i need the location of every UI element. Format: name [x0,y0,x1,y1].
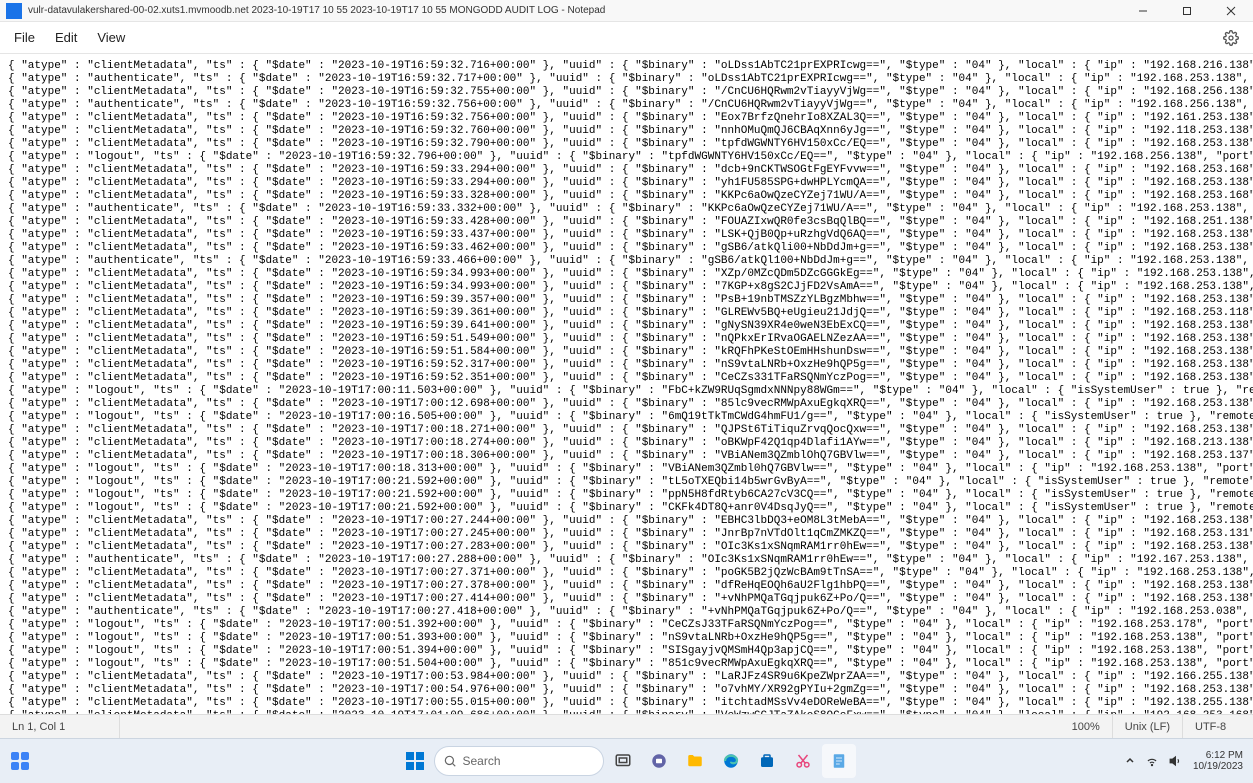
menu-edit[interactable]: Edit [45,26,87,49]
tray-clock[interactable]: 6:12 PM 10/19/2023 [1193,750,1243,772]
notepad-icon [6,3,22,19]
tray-time: 6:12 PM [1193,750,1243,761]
window-titlebar: vulr-datavulakershared-00-02.xuts1.mvmoo… [0,0,1253,22]
start-button[interactable] [398,744,432,778]
text-editor[interactable]: { "atype" : "clientMetadata", "ts" : { "… [0,54,1253,714]
status-zoom[interactable]: 100% [1060,715,1113,738]
taskbar-search[interactable]: Search [434,746,604,776]
taskbar-app-chat[interactable] [642,744,676,778]
status-cursor: Ln 1, Col 1 [0,715,120,738]
menu-view[interactable]: View [87,26,135,49]
taskbar-center: Search [398,744,856,778]
widgets-button[interactable] [0,739,40,783]
taskbar-app-edge[interactable] [714,744,748,778]
menu-file[interactable]: File [4,26,45,49]
tray-date: 10/19/2023 [1193,761,1243,772]
statusbar: Ln 1, Col 1 100% Unix (LF) UTF-8 [0,714,1253,738]
system-tray[interactable]: 6:12 PM 10/19/2023 [1125,750,1253,772]
menubar: File Edit View [0,22,1253,54]
taskbar-app-snip[interactable] [786,744,820,778]
search-icon [443,754,457,768]
status-encoding: UTF-8 [1183,715,1253,738]
tray-wifi-icon[interactable] [1145,754,1159,768]
taskbar: Search 6 [0,738,1253,783]
taskbar-app-explorer[interactable] [678,744,712,778]
window-buttons [1121,0,1253,22]
taskbar-app-notepad[interactable] [822,744,856,778]
settings-button[interactable] [1213,26,1249,50]
taskbar-app-store[interactable] [750,744,784,778]
editor-content[interactable]: { "atype" : "clientMetadata", "ts" : { "… [8,60,1245,714]
status-eol: Unix (LF) [1113,715,1183,738]
window-title: vulr-datavulakershared-00-02.xuts1.mvmoo… [28,5,1121,16]
maximize-button[interactable] [1165,0,1209,22]
close-button[interactable] [1209,0,1253,22]
tray-volume-icon[interactable] [1169,754,1183,768]
search-placeholder: Search [463,754,501,768]
minimize-button[interactable] [1121,0,1165,22]
tray-chevron-icon[interactable] [1125,756,1135,766]
task-view-button[interactable] [606,744,640,778]
